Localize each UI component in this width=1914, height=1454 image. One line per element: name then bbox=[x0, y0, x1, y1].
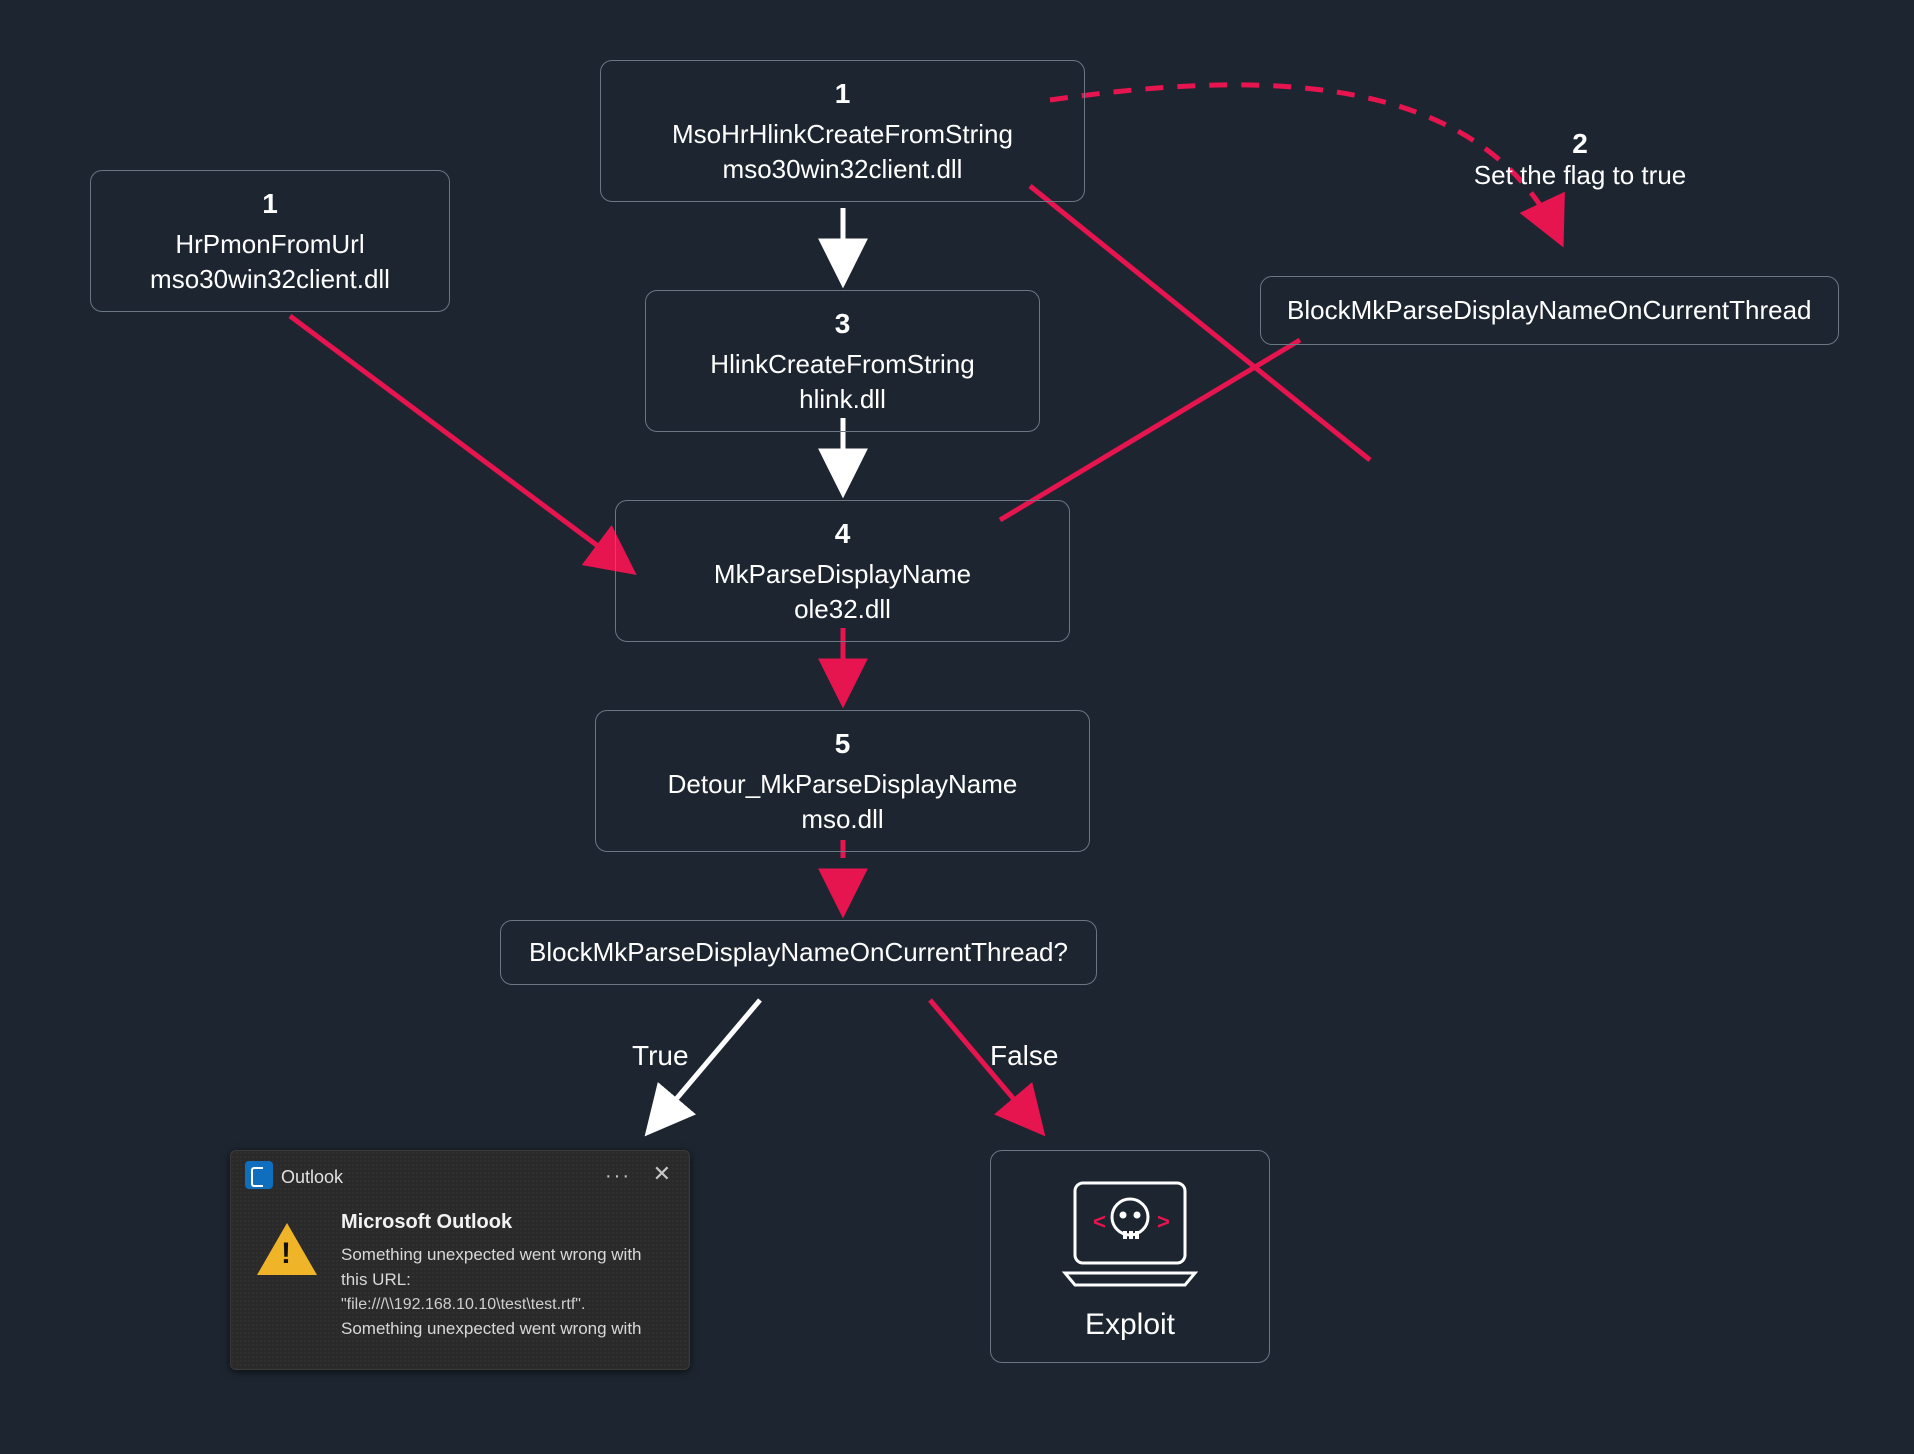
dialog-heading: Microsoft Outlook bbox=[341, 1211, 512, 1234]
node-left-1: 1 HrPmonFromUrl mso30win32client.dll bbox=[90, 170, 450, 312]
node-line2: mso30win32client.dll bbox=[623, 152, 1062, 187]
node-4: 4 MkParseDisplayName ole32.dll bbox=[615, 500, 1070, 642]
node-1: 1 MsoHrHlinkCreateFromString mso30win32c… bbox=[600, 60, 1085, 202]
node-5: 5 Detour_MkParseDisplayName mso.dll bbox=[595, 710, 1090, 852]
node-line1: HlinkCreateFromString bbox=[668, 347, 1017, 382]
node-num: 3 bbox=[668, 305, 1017, 343]
label-false: False bbox=[990, 1040, 1058, 1072]
node-num: 1 bbox=[113, 185, 427, 223]
label-true: True bbox=[632, 1040, 689, 1072]
caption-num: 2 bbox=[1420, 128, 1740, 160]
exploit-card: < > Exploit bbox=[990, 1150, 1270, 1363]
node-line1: HrPmonFromUrl bbox=[113, 227, 427, 262]
dialog-path: "file:///\\192.168.10.10\test\test.rtf". bbox=[341, 1296, 585, 1313]
dialog-line3: Something unexpected went wrong with bbox=[341, 1319, 642, 1338]
more-icon[interactable]: ··· bbox=[605, 1165, 631, 1188]
node-num: 1 bbox=[623, 75, 1062, 113]
exploit-laptop-icon: < > bbox=[1055, 1173, 1205, 1293]
decision-text: BlockMkParseDisplayNameOnCurrentThread? bbox=[529, 937, 1068, 967]
warning-icon bbox=[257, 1223, 317, 1275]
node-line1: MsoHrHlinkCreateFromString bbox=[623, 117, 1062, 152]
node-line2: mso30win32client.dll bbox=[113, 262, 427, 297]
close-icon[interactable]: ✕ bbox=[653, 1161, 671, 1187]
rightbox-text: BlockMkParseDisplayNameOnCurrentThread bbox=[1287, 295, 1812, 325]
node-num: 5 bbox=[618, 725, 1067, 763]
node-num: 4 bbox=[638, 515, 1047, 553]
decision-node: BlockMkParseDisplayNameOnCurrentThread? bbox=[500, 920, 1097, 985]
outlook-app-icon bbox=[245, 1161, 273, 1189]
caption-2: 2 Set the flag to true bbox=[1420, 128, 1740, 191]
dialog-title: Outlook bbox=[281, 1167, 343, 1188]
arrow-left1-n4 bbox=[290, 316, 630, 570]
node-line2: ole32.dll bbox=[638, 592, 1047, 627]
node-line1: MkParseDisplayName bbox=[638, 557, 1047, 592]
node-line2: hlink.dll bbox=[668, 382, 1017, 417]
exploit-label: Exploit bbox=[1011, 1308, 1249, 1342]
svg-text:<: < bbox=[1093, 1209, 1106, 1234]
dialog-line1: Something unexpected went wrong with bbox=[341, 1245, 642, 1264]
node-3: 3 HlinkCreateFromString hlink.dll bbox=[645, 290, 1040, 432]
caption-text: Set the flag to true bbox=[1474, 160, 1686, 190]
dialog-body: Something unexpected went wrong with thi… bbox=[341, 1243, 671, 1342]
dialog-line2: this URL: bbox=[341, 1270, 411, 1289]
node-line2: mso.dll bbox=[618, 802, 1067, 837]
svg-text:>: > bbox=[1157, 1209, 1170, 1234]
node-line1: Detour_MkParseDisplayName bbox=[618, 767, 1067, 802]
node-rightbox: BlockMkParseDisplayNameOnCurrentThread bbox=[1260, 276, 1839, 345]
outlook-error-dialog: Outlook ··· ✕ Microsoft Outlook Somethin… bbox=[230, 1150, 690, 1370]
